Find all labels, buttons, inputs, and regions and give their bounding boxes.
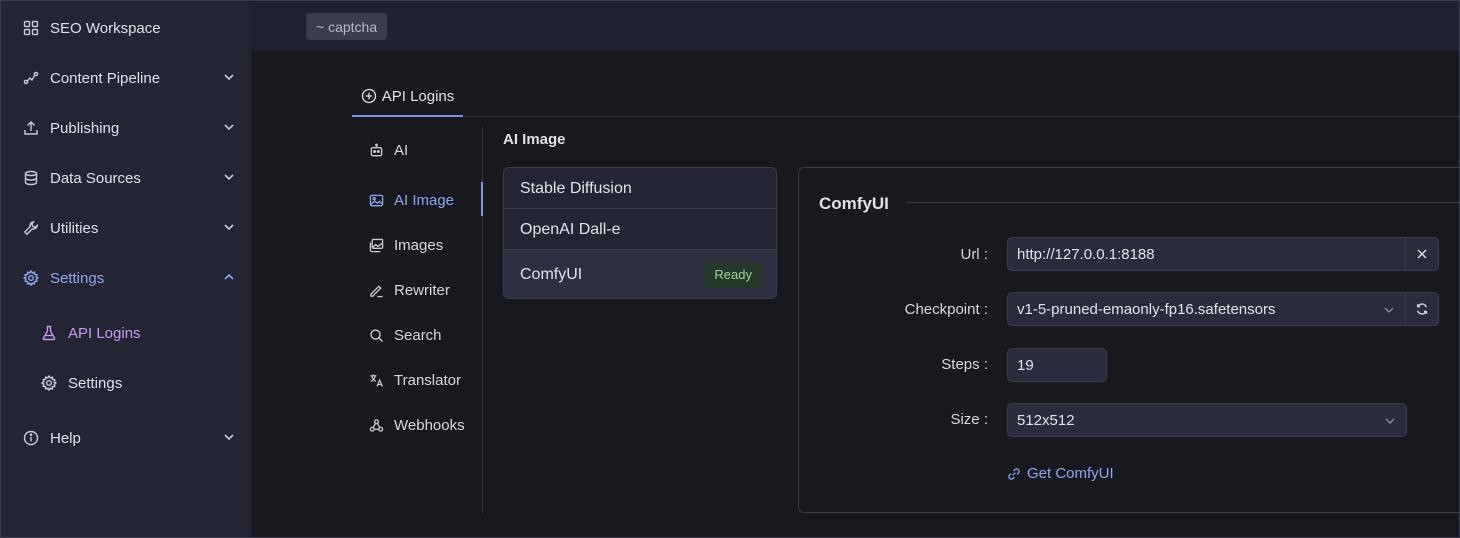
sidebar-item-label: Settings xyxy=(68,374,123,392)
sidebar-item-seo-workspace[interactable]: SEO Workspace xyxy=(0,3,251,53)
panel-title-divider xyxy=(906,202,1460,203)
image-icon xyxy=(368,192,384,208)
chevron-down-icon xyxy=(224,74,234,81)
sidebar-item-settings[interactable]: Settings xyxy=(0,253,251,303)
section-title: AI Image xyxy=(503,131,566,148)
submenu-label: Rewriter xyxy=(394,281,450,299)
checkpoint-value: v1-5-pruned-emaonly-fp16.safetensors xyxy=(1017,300,1276,318)
provider-openai-dalle[interactable]: OpenAI Dall-e xyxy=(504,208,776,250)
provider-label: ComfyUI xyxy=(520,265,583,283)
provider-label: OpenAI Dall-e xyxy=(520,220,621,238)
steps-label: Steps : xyxy=(941,356,988,373)
pen-icon xyxy=(368,282,384,298)
submenu-item-webhooks[interactable]: Webhooks xyxy=(368,410,478,440)
sidebar-item-label: Data Sources xyxy=(50,169,141,187)
submenu-label: Translator xyxy=(394,371,461,389)
submenu-item-images[interactable]: Images xyxy=(368,230,478,260)
chevron-down-icon xyxy=(1385,418,1395,424)
upload-icon xyxy=(22,119,40,137)
sidebar: SEO Workspace Content Pipeline Publishin… xyxy=(0,0,251,538)
submenu-active-indicator xyxy=(481,182,483,216)
sidebar-item-help[interactable]: Help xyxy=(0,413,251,463)
submenu-label: Webhooks xyxy=(394,416,465,434)
get-comfyui-link[interactable]: Get ComfyUI xyxy=(1007,465,1114,482)
size-select[interactable]: 512x512 xyxy=(1007,403,1407,437)
sidebar-item-api-logins[interactable]: API Logins xyxy=(0,308,251,358)
submenu-label: AI Image xyxy=(394,191,455,209)
url-label: Url : xyxy=(960,246,988,263)
sidebar-item-label: Publishing xyxy=(50,119,120,137)
wrench-icon xyxy=(22,219,40,237)
tab-divider xyxy=(352,116,1460,117)
sidebar-item-publishing[interactable]: Publishing xyxy=(0,103,251,153)
chevron-down-icon xyxy=(224,124,234,131)
robot-icon xyxy=(368,142,384,158)
database-icon xyxy=(22,169,40,187)
gear-icon xyxy=(40,374,58,392)
chevron-down-icon xyxy=(224,224,234,231)
size-value: 512x512 xyxy=(1017,411,1075,429)
link-label: Get ComfyUI xyxy=(1027,465,1114,482)
close-icon xyxy=(1417,249,1427,259)
sidebar-item-label: Content Pipeline xyxy=(50,69,161,87)
status-badge: Ready xyxy=(704,262,762,288)
gear-icon xyxy=(22,269,40,287)
provider-label: Stable Diffusion xyxy=(520,179,632,197)
tab-active-indicator xyxy=(352,115,463,117)
chevron-up-icon xyxy=(224,273,234,280)
refresh-icon xyxy=(1416,303,1428,315)
chevron-down-icon xyxy=(1384,307,1394,313)
submenu-label: Images xyxy=(394,236,444,254)
chevron-down-icon xyxy=(224,174,234,181)
submenu-item-search[interactable]: Search xyxy=(368,320,478,350)
pipeline-icon xyxy=(22,69,40,87)
sidebar-item-label: Help xyxy=(50,429,81,447)
steps-input[interactable]: 19 xyxy=(1007,348,1107,382)
sidebar-item-data-sources[interactable]: Data Sources xyxy=(0,153,251,203)
config-panel xyxy=(798,167,1460,513)
search-icon xyxy=(368,327,384,343)
sidebar-item-label: API Logins xyxy=(68,324,141,342)
tab-api-logins[interactable]: API Logins xyxy=(352,75,463,117)
sidebar-item-label: Settings xyxy=(50,269,105,287)
panel-title: ComfyUI xyxy=(819,194,889,213)
sidebar-item-utilities[interactable]: Utilities xyxy=(0,203,251,253)
provider-stable-diffusion[interactable]: Stable Diffusion xyxy=(504,168,776,209)
grid-icon xyxy=(22,19,40,37)
provider-comfyui[interactable]: ComfyUI Ready xyxy=(504,249,776,298)
submenu-item-translator[interactable]: Translator xyxy=(368,365,478,395)
flask-icon xyxy=(40,324,58,342)
top-bar xyxy=(251,0,1460,51)
submenu-item-ai[interactable]: AI xyxy=(368,135,478,165)
chevron-down-icon xyxy=(224,434,234,441)
size-label: Size : xyxy=(950,411,988,428)
sidebar-item-settings-sub[interactable]: Settings xyxy=(0,358,251,408)
webhook-icon xyxy=(368,417,384,433)
refresh-checkpoints-button[interactable] xyxy=(1405,292,1439,326)
url-input[interactable]: http://127.0.0.1:8188 xyxy=(1007,237,1406,271)
tab-label: API Logins xyxy=(381,87,455,105)
sidebar-item-content-pipeline[interactable]: Content Pipeline xyxy=(0,53,251,103)
submenu-label: AI xyxy=(394,141,409,159)
sidebar-item-label: Utilities xyxy=(50,219,99,237)
breadcrumb[interactable]: ~ captcha xyxy=(306,13,388,40)
plus-circle-icon xyxy=(361,88,376,104)
translate-icon xyxy=(368,372,384,388)
submenu-item-rewriter[interactable]: Rewriter xyxy=(368,275,478,305)
sidebar-item-label: SEO Workspace xyxy=(50,19,161,37)
checkpoint-select[interactable]: v1-5-pruned-emaonly-fp16.safetensors xyxy=(1007,292,1406,326)
images-icon xyxy=(368,237,384,253)
submenu-label: Search xyxy=(394,326,442,344)
clear-url-button[interactable] xyxy=(1405,237,1439,271)
link-icon xyxy=(1008,467,1020,480)
submenu-item-ai-image[interactable]: AI Image xyxy=(368,185,478,215)
info-icon xyxy=(22,429,40,447)
provider-list: Stable Diffusion OpenAI Dall-e ComfyUI R… xyxy=(503,167,777,299)
checkpoint-label: Checkpoint : xyxy=(904,301,988,318)
